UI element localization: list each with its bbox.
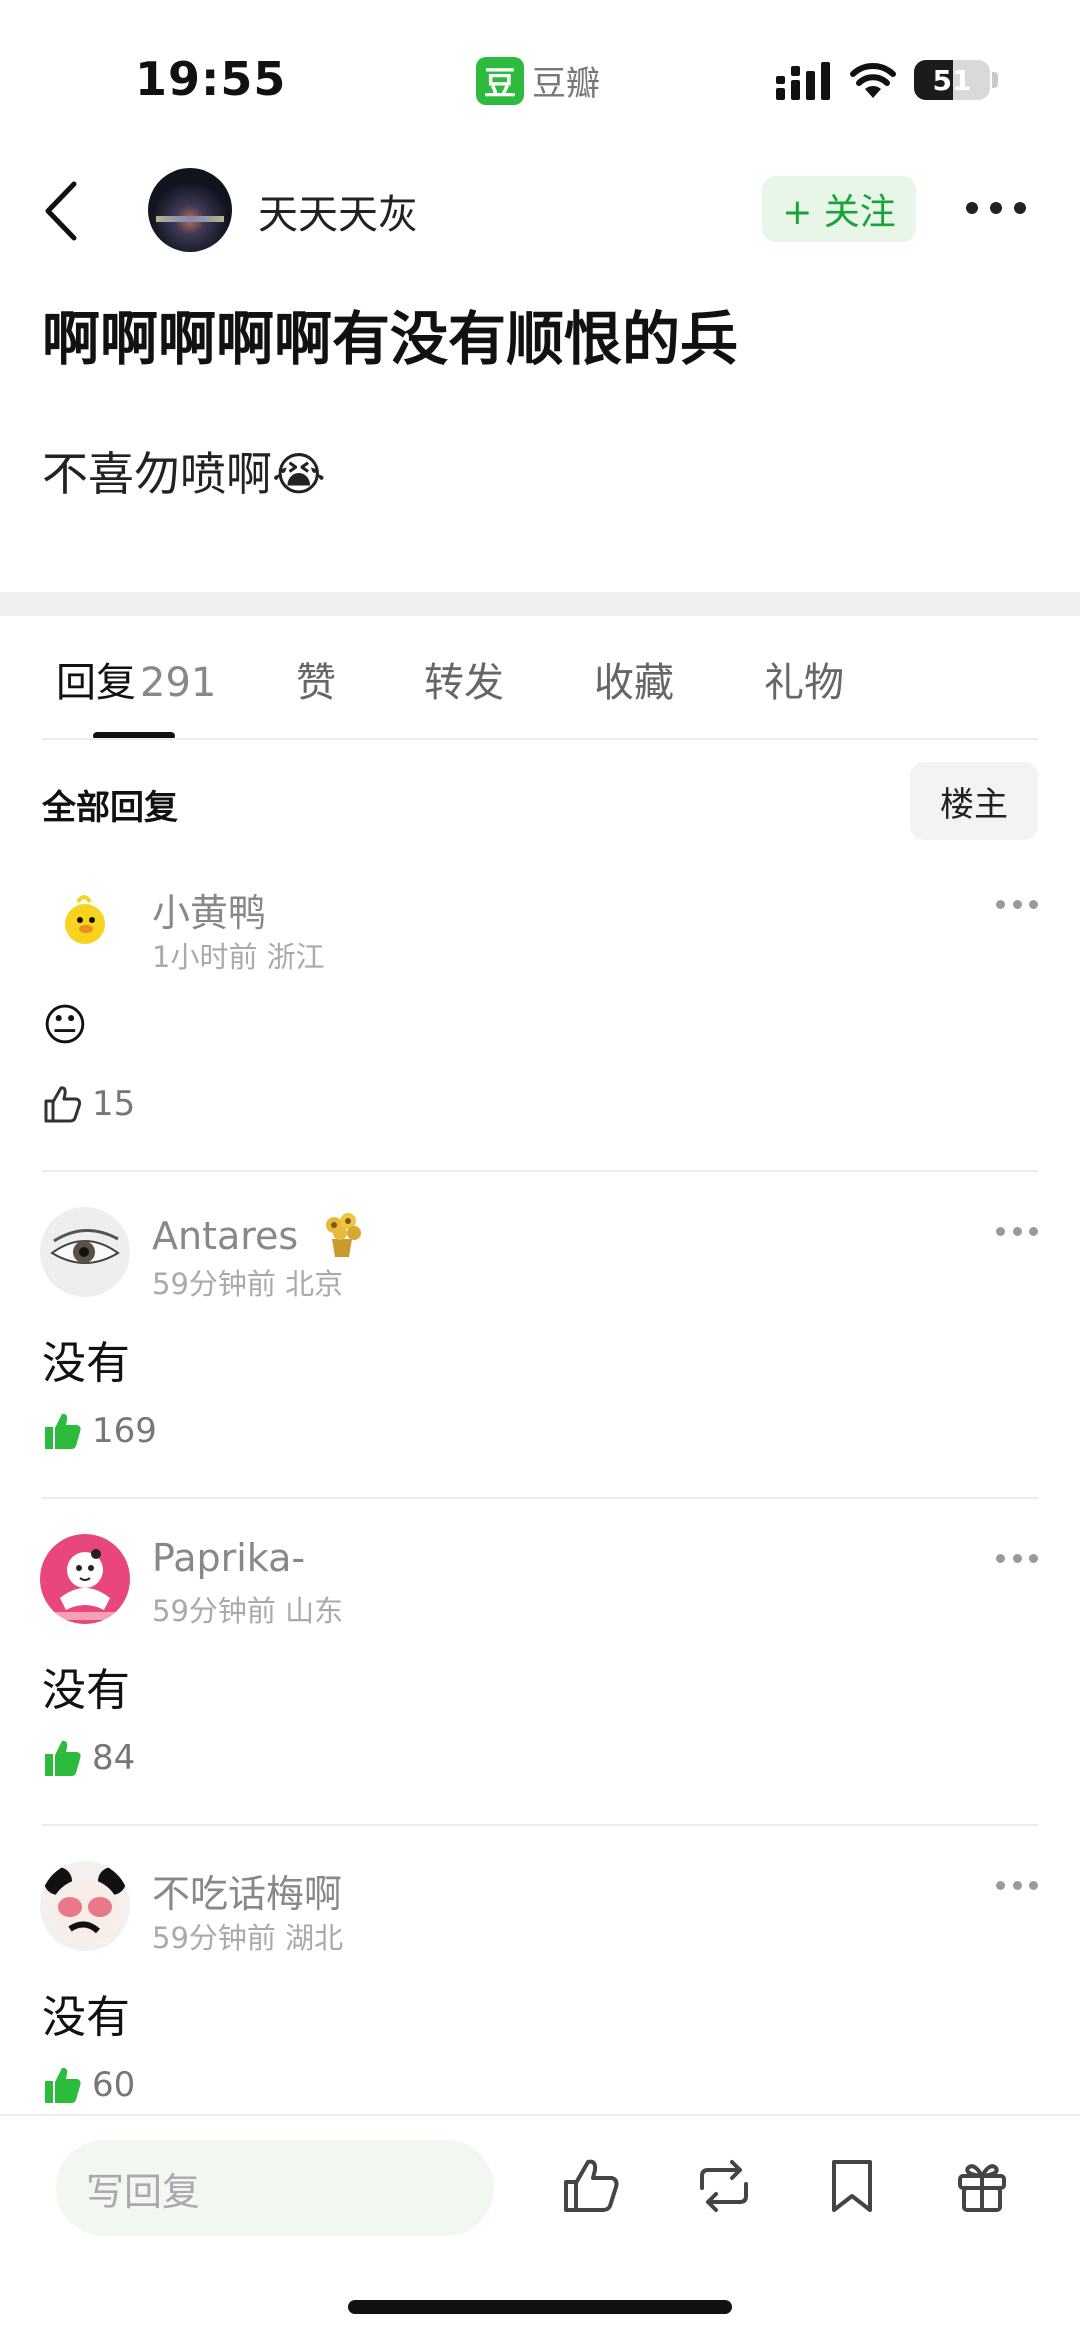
comment-text: 没有	[42, 1338, 130, 1389]
tab-likes[interactable]: 赞	[296, 650, 336, 708]
battery-percent: 51	[932, 64, 972, 97]
cartoon-avatar[interactable]	[40, 1534, 130, 1624]
comment-divider	[42, 1824, 1038, 1826]
tab-gifts[interactable]: 礼物	[764, 650, 844, 708]
comment-meta: 59分钟前 山东	[152, 1594, 344, 1628]
tab-bar: 回复 291 赞 转发 收藏 礼物	[0, 650, 1080, 740]
like-button[interactable]: 60	[42, 2061, 135, 2109]
cartoon-character-icon	[50, 1549, 120, 1620]
status-bar: 19:55 豆 豆瓣 51	[0, 0, 1080, 160]
like-count: 169	[92, 1411, 157, 1451]
comment-text: 没有	[42, 1992, 130, 2043]
section-divider	[0, 592, 1080, 616]
like-button[interactable]: 84	[42, 1734, 135, 1782]
signal-icon	[776, 62, 830, 100]
eye-icon	[50, 1229, 120, 1264]
thumbs-up-outline-icon	[44, 1086, 82, 1123]
tab-favorites[interactable]: 收藏	[594, 650, 674, 708]
clock: 19:55	[135, 52, 287, 106]
author-avatar[interactable]	[148, 168, 232, 252]
tab-reposts[interactable]: 转发	[424, 650, 504, 708]
like-button[interactable]: 169	[42, 1407, 157, 1455]
comment-more-icon[interactable]	[996, 1881, 1038, 1893]
back-arrow-icon[interactable]	[40, 178, 84, 244]
gift-icon[interactable]	[950, 2154, 1014, 2218]
sunflower-badge-icon	[326, 1213, 362, 1257]
eye-avatar[interactable]	[40, 1207, 130, 1297]
comment-author[interactable]: 小黄鸭	[152, 882, 266, 937]
comment-author[interactable]: Paprika-	[152, 1536, 305, 1580]
thumbs-up-filled-icon	[45, 1740, 81, 1776]
author-name[interactable]: 天天天灰	[258, 182, 418, 240]
comment-meta: 59分钟前 湖北	[152, 1921, 344, 1955]
comment-divider	[42, 1170, 1038, 1172]
tab-replies-label: 回复	[56, 660, 136, 706]
douban-logo-icon: 豆	[476, 56, 524, 105]
owner-only-button[interactable]: 楼主	[910, 762, 1038, 840]
bookmark-icon[interactable]	[820, 2154, 884, 2218]
duck-icon	[65, 895, 105, 944]
wifi-icon	[850, 63, 896, 98]
comment-text: 😐	[42, 1000, 88, 1051]
follow-button[interactable]: + 关注	[762, 176, 916, 242]
like-count: 60	[92, 2065, 136, 2105]
post-title: 啊啊啊啊啊有没有顺恨的兵	[42, 305, 739, 373]
duck-avatar[interactable]	[40, 880, 130, 970]
comment-more-icon[interactable]	[996, 900, 1038, 912]
home-indicator[interactable]	[348, 2300, 732, 2314]
comment-meta: 1小时前 浙江	[152, 940, 325, 974]
comment-author-name: Antares	[152, 1214, 299, 1258]
panda-avatar[interactable]	[40, 1861, 130, 1951]
tab-replies[interactable]: 回复 291	[56, 650, 216, 708]
panda-meme-icon	[44, 1867, 126, 1943]
comment-divider	[42, 1497, 1038, 1499]
comment-text: 没有	[42, 1665, 130, 1716]
tabs-underline	[42, 738, 1038, 740]
like-count: 84	[92, 1738, 136, 1778]
app-badge: 豆 豆瓣	[476, 56, 600, 105]
tab-replies-count: 291	[140, 660, 217, 706]
repost-icon[interactable]	[692, 2154, 756, 2218]
like-button[interactable]: 15	[42, 1080, 135, 1128]
thumbs-up-filled-icon	[45, 2067, 81, 2103]
more-options-icon[interactable]	[966, 196, 1026, 220]
all-replies-label: 全部回复	[42, 788, 178, 828]
battery-tip	[992, 72, 998, 88]
app-name: 豆瓣	[532, 64, 600, 104]
reply-input[interactable]: 写回复	[56, 2140, 494, 2236]
comment-author[interactable]: Antares	[152, 1209, 368, 1261]
post-body: 不喜勿喷啊😭	[42, 447, 326, 501]
battery-icon: 51	[914, 60, 990, 100]
comment-more-icon[interactable]	[996, 1554, 1038, 1566]
comment-meta: 59分钟前 北京	[152, 1267, 344, 1301]
thumbs-up-filled-icon	[45, 1413, 81, 1449]
comment-author[interactable]: 不吃话梅啊	[152, 1863, 342, 1918]
like-count: 15	[92, 1084, 136, 1124]
comment-more-icon[interactable]	[996, 1227, 1038, 1239]
like-post-icon[interactable]	[560, 2154, 624, 2218]
